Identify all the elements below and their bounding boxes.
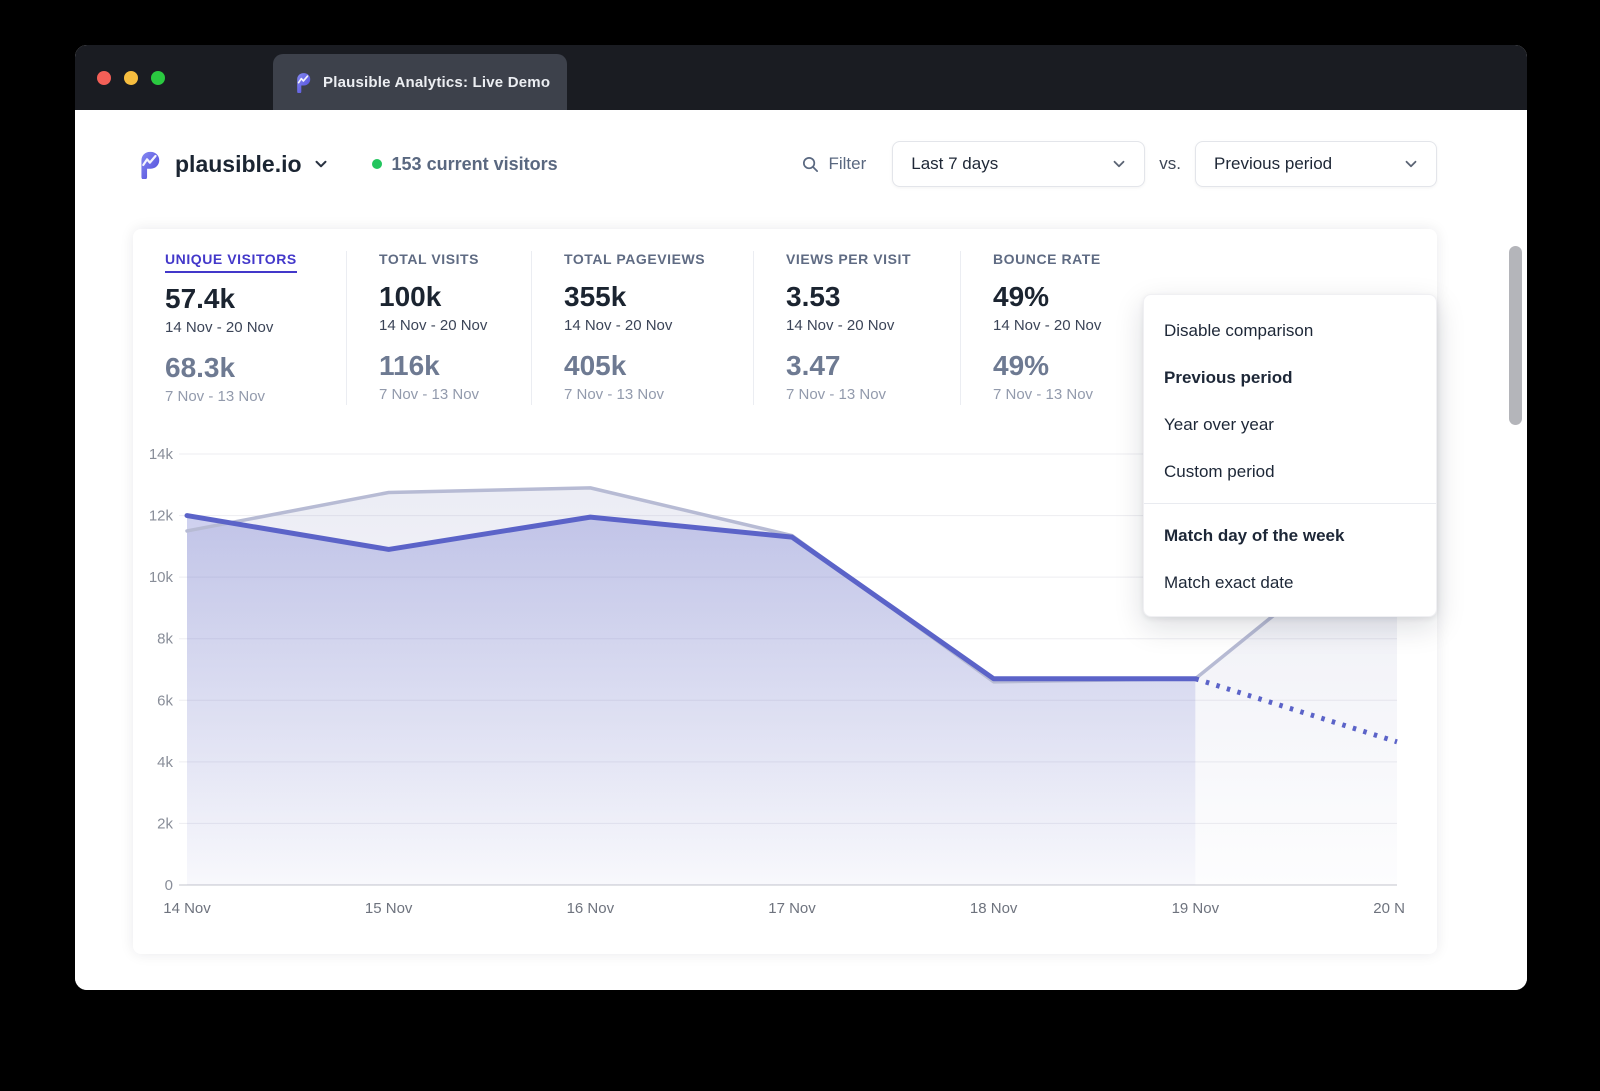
stat-primary-range: 14 Nov - 20 Nov <box>786 317 960 334</box>
stat-primary-range: 14 Nov - 20 Nov <box>165 319 346 336</box>
menu-item-previous-period[interactable]: Previous period <box>1144 354 1436 401</box>
stat-unique-visitors: UNIQUE VISITORS 57.4k 14 Nov - 20 Nov 68… <box>165 251 346 405</box>
stat-primary-value: 355k <box>564 281 753 313</box>
browser-window: Plausible Analytics: Live Demo plausible… <box>75 45 1527 990</box>
stat-label-total-pageviews[interactable]: TOTAL PAGEVIEWS <box>564 251 705 271</box>
stat-secondary-value: 49% <box>993 350 1160 382</box>
svg-text:14k: 14k <box>149 446 174 463</box>
stat-bounce-rate: BOUNCE RATE 49% 14 Nov - 20 Nov 49% 7 No… <box>960 251 1160 405</box>
stat-label-bounce-rate[interactable]: BOUNCE RATE <box>993 251 1101 271</box>
vs-label: vs. <box>1159 154 1181 174</box>
stat-primary-range: 14 Nov - 20 Nov <box>379 317 531 334</box>
stat-total-pageviews: TOTAL PAGEVIEWS 355k 14 Nov - 20 Nov 405… <box>531 251 753 405</box>
stat-label-unique-visitors[interactable]: UNIQUE VISITORS <box>165 251 297 273</box>
menu-item-match-exact-date[interactable]: Match exact date <box>1144 559 1436 606</box>
site-switcher-chevron-down-icon[interactable] <box>312 155 330 173</box>
stat-primary-value: 3.53 <box>786 281 960 313</box>
browser-tab[interactable]: Plausible Analytics: Live Demo <box>273 54 567 110</box>
comparison-select[interactable]: Previous period <box>1195 141 1437 187</box>
stat-secondary-range: 7 Nov - 13 Nov <box>379 386 531 403</box>
stat-secondary-range: 7 Nov - 13 Nov <box>786 386 960 403</box>
svg-text:15 Nov: 15 Nov <box>365 900 413 917</box>
svg-text:19 Nov: 19 Nov <box>1172 900 1220 917</box>
svg-text:16 Nov: 16 Nov <box>567 900 615 917</box>
tab-title: Plausible Analytics: Live Demo <box>323 74 550 91</box>
svg-text:6k: 6k <box>157 692 173 709</box>
plausible-favicon-icon <box>291 71 313 93</box>
close-window-button[interactable] <box>97 71 111 85</box>
stat-label-views-per-visit[interactable]: VIEWS PER VISIT <box>786 251 911 271</box>
stat-views-per-visit: VIEWS PER VISIT 3.53 14 Nov - 20 Nov 3.4… <box>753 251 960 405</box>
plausible-logo-icon <box>133 149 163 179</box>
stat-primary-range: 14 Nov - 20 Nov <box>993 317 1160 334</box>
date-range-value: Last 7 days <box>911 154 998 174</box>
chevron-down-icon <box>1402 155 1420 173</box>
page-content: plausible.io 153 current visitors Filter… <box>75 141 1527 990</box>
svg-text:20 Nov: 20 Nov <box>1373 900 1405 917</box>
current-visitors[interactable]: 153 current visitors <box>372 154 558 175</box>
stat-total-visits: TOTAL VISITS 100k 14 Nov - 20 Nov 116k 7… <box>346 251 531 405</box>
stat-primary-value: 57.4k <box>165 283 346 315</box>
browser-titlebar: Plausible Analytics: Live Demo <box>75 45 1527 110</box>
svg-text:4k: 4k <box>157 754 173 771</box>
stat-secondary-range: 7 Nov - 13 Nov <box>564 386 753 403</box>
current-visitors-label: 153 current visitors <box>392 154 558 175</box>
stat-primary-value: 49% <box>993 281 1160 313</box>
svg-text:12k: 12k <box>149 508 174 525</box>
dashboard-header: plausible.io 153 current visitors Filter… <box>75 141 1527 187</box>
menu-item-disable-comparison[interactable]: Disable comparison <box>1144 307 1436 354</box>
comparison-value: Previous period <box>1214 154 1332 174</box>
filter-button[interactable]: Filter <box>801 154 866 174</box>
svg-text:8k: 8k <box>157 631 173 648</box>
svg-text:17 Nov: 17 Nov <box>768 900 816 917</box>
menu-divider <box>1144 503 1436 504</box>
stat-secondary-value: 116k <box>379 350 531 382</box>
stat-secondary-range: 7 Nov - 13 Nov <box>993 386 1160 403</box>
minimize-window-button[interactable] <box>124 71 138 85</box>
menu-item-year-over-year[interactable]: Year over year <box>1144 401 1436 448</box>
stat-secondary-value: 68.3k <box>165 352 346 384</box>
page-scrollbar-thumb[interactable] <box>1509 246 1522 425</box>
comparison-dropdown-menu: Disable comparison Previous period Year … <box>1143 294 1437 617</box>
date-range-select[interactable]: Last 7 days <box>892 141 1145 187</box>
svg-text:10k: 10k <box>149 569 174 586</box>
svg-text:0: 0 <box>165 877 173 894</box>
stat-primary-value: 100k <box>379 281 531 313</box>
menu-item-custom-period[interactable]: Custom period <box>1144 448 1436 495</box>
menu-item-match-day-of-week[interactable]: Match day of the week <box>1144 512 1436 559</box>
site-name[interactable]: plausible.io <box>175 151 302 178</box>
chevron-down-icon <box>1110 155 1128 173</box>
svg-text:18 Nov: 18 Nov <box>970 900 1018 917</box>
live-indicator-dot <box>372 159 382 169</box>
svg-text:14 Nov: 14 Nov <box>163 900 211 917</box>
zoom-window-button[interactable] <box>151 71 165 85</box>
search-icon <box>801 155 820 174</box>
stat-label-total-visits[interactable]: TOTAL VISITS <box>379 251 479 271</box>
svg-text:2k: 2k <box>157 815 173 832</box>
stat-secondary-value: 405k <box>564 350 753 382</box>
filter-label: Filter <box>828 154 866 174</box>
traffic-lights <box>75 71 165 85</box>
stat-primary-range: 14 Nov - 20 Nov <box>564 317 753 334</box>
stat-secondary-value: 3.47 <box>786 350 960 382</box>
stat-secondary-range: 7 Nov - 13 Nov <box>165 388 346 405</box>
